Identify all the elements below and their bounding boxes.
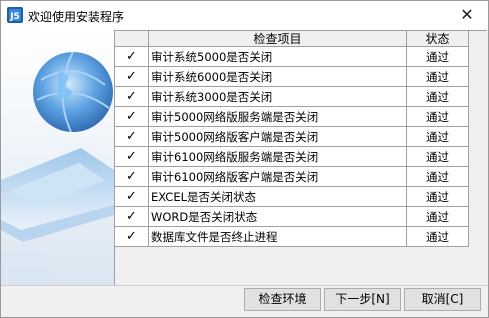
close-icon[interactable]: ✕	[446, 1, 488, 30]
table-row[interactable]: ✓ 审计6100网络版客户端是否关闭 通过	[115, 167, 469, 187]
column-header-check[interactable]	[115, 31, 149, 47]
column-header-item[interactable]: 检查项目	[149, 31, 407, 47]
installer-window: J5 欢迎使用安装程序 ✕ 检查项目 状态 ✓ 审计系统5000是否关闭 通过 …	[0, 0, 489, 318]
footer-divider	[1, 285, 488, 286]
row-status: 通过	[407, 47, 469, 67]
table-row[interactable]: ✓ 审计系统3000是否关闭 通过	[115, 87, 469, 107]
checkmark-icon: ✓	[115, 67, 149, 87]
row-status: 通过	[407, 127, 469, 147]
table-row[interactable]: ✓ 审计6100网络版服务端是否关闭 通过	[115, 147, 469, 167]
next-button[interactable]: 下一步[N]	[324, 288, 401, 311]
row-item: 审计系统5000是否关闭	[149, 47, 407, 67]
row-item: 审计6100网络版客户端是否关闭	[149, 167, 407, 187]
row-status: 通过	[407, 87, 469, 107]
installer-app-icon: J5	[6, 6, 24, 24]
row-status: 通过	[407, 207, 469, 227]
checkmark-icon: ✓	[115, 167, 149, 187]
table-row[interactable]: ✓ 数据库文件是否终止进程 通过	[115, 227, 469, 247]
svg-text:J5: J5	[9, 12, 20, 22]
row-item: 审计系统6000是否关闭	[149, 67, 407, 87]
cancel-button[interactable]: 取消[C]	[404, 288, 481, 311]
checkmark-icon: ✓	[115, 107, 149, 127]
row-status: 通过	[407, 67, 469, 87]
title-bar: J5 欢迎使用安装程序 ✕	[1, 1, 488, 30]
row-item: WORD是否关闭状态	[149, 207, 407, 227]
row-status: 通过	[407, 167, 469, 187]
checkmark-icon: ✓	[115, 187, 149, 207]
check-table: 检查项目 状态 ✓ 审计系统5000是否关闭 通过 ✓ 审计系统6000是否关闭…	[114, 30, 487, 286]
checkmark-icon: ✓	[115, 127, 149, 147]
table-row[interactable]: ✓ EXCEL是否关闭状态 通过	[115, 187, 469, 207]
checkmark-icon: ✓	[115, 87, 149, 107]
checkmark-icon: ✓	[115, 227, 149, 247]
column-header-status[interactable]: 状态	[407, 31, 469, 47]
decorative-side-image	[1, 30, 114, 285]
checkmark-icon: ✓	[115, 47, 149, 67]
row-status: 通过	[407, 147, 469, 167]
row-item: EXCEL是否关闭状态	[149, 187, 407, 207]
row-status: 通过	[407, 187, 469, 207]
table-row[interactable]: ✓ 审计5000网络版服务端是否关闭 通过	[115, 107, 469, 127]
row-item: 审计6100网络版服务端是否关闭	[149, 147, 407, 167]
table-row[interactable]: ✓ 审计系统5000是否关闭 通过	[115, 47, 469, 67]
globe-laptop-illustration	[1, 51, 114, 285]
row-status: 通过	[407, 107, 469, 127]
checkmark-icon: ✓	[115, 207, 149, 227]
row-item: 审计系统3000是否关闭	[149, 87, 407, 107]
row-item: 审计5000网络版客户端是否关闭	[149, 127, 407, 147]
table-row[interactable]: ✓ 审计5000网络版客户端是否关闭 通过	[115, 127, 469, 147]
table-row[interactable]: ✓ 审计系统6000是否关闭 通过	[115, 67, 469, 87]
table-row[interactable]: ✓ WORD是否关闭状态 通过	[115, 207, 469, 227]
row-status: 通过	[407, 227, 469, 247]
checkmark-icon: ✓	[115, 147, 149, 167]
row-item: 审计5000网络版服务端是否关闭	[149, 107, 407, 127]
window-title: 欢迎使用安装程序	[28, 10, 125, 24]
check-environment-button[interactable]: 检查环境	[244, 288, 321, 311]
row-item: 数据库文件是否终止进程	[149, 227, 407, 247]
